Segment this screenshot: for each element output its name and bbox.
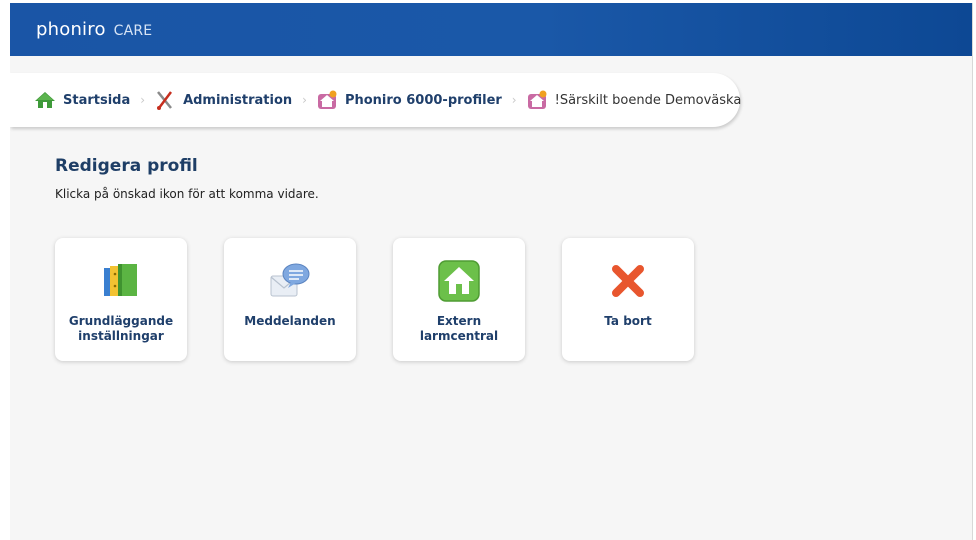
binders-icon (104, 264, 137, 296)
tile-messages[interactable]: Meddelanden (224, 238, 356, 361)
tile-external-alarm-central[interactable]: Extern larmcentral (393, 238, 525, 361)
tile-basic-settings[interactable]: Grundläggande inställningar (55, 238, 187, 361)
breadcrumb-label: Phoniro 6000-profiler (344, 92, 502, 108)
tile-delete[interactable]: Ta bort (562, 238, 694, 361)
tools-icon (157, 91, 173, 110)
page-instruction: Klicka på önskad ikon för att komma vida… (55, 187, 319, 201)
app-logo[interactable]: phoniro CARE (36, 19, 152, 40)
breadcrumb-item-administration[interactable]: Administration (154, 89, 292, 111)
breadcrumb: Startsida › Administration › Phoniro 600… (10, 73, 742, 127)
top-header-bar: phoniro CARE (10, 3, 972, 56)
logo-sub-text: CARE (113, 23, 153, 39)
tile-label: Ta bort (604, 314, 652, 328)
breadcrumb-item-profiles[interactable]: Phoniro 6000-profiler (316, 89, 502, 111)
page-title: Redigera profil (55, 156, 198, 176)
app-window: phoniro CARE Startsida › Administration … (10, 3, 973, 540)
breadcrumb-label: Startsida (63, 92, 131, 108)
breadcrumb-label: Administration (183, 92, 293, 108)
breadcrumb-separator: › (140, 93, 146, 107)
home-alarm-icon (438, 260, 480, 302)
tile-label: Grundläggande inställningar (68, 314, 174, 343)
tile-grid: Grundläggande inställningar Meddelanden … (55, 238, 694, 361)
tile-label: Meddelanden (244, 314, 336, 328)
breadcrumb-item-startsida[interactable]: Startsida (34, 89, 130, 111)
breadcrumb-separator: › (302, 93, 307, 107)
profile-house-icon (317, 90, 337, 109)
profile-house-icon (527, 90, 547, 109)
breadcrumb-separator: › (511, 93, 517, 107)
logo-main-text: phoniro (36, 19, 106, 40)
home-icon (35, 92, 55, 108)
breadcrumb-label: !Särskilt boende Demoväska (554, 92, 742, 108)
tile-label: Extern larmcentral (419, 314, 499, 343)
breadcrumb-item-current[interactable]: !Särskilt boende Demoväska (526, 89, 742, 111)
delete-icon (612, 265, 644, 297)
messages-icon (270, 263, 310, 297)
